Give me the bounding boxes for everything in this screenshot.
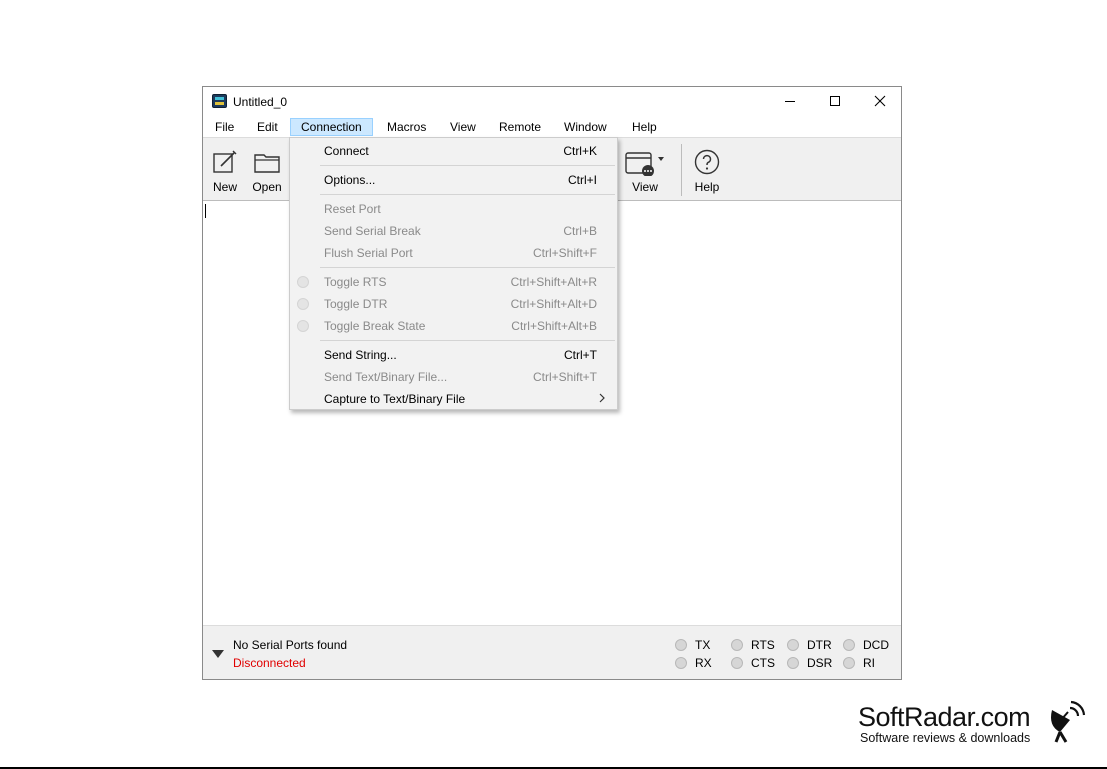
close-button[interactable]	[857, 87, 903, 115]
radio-icon	[297, 320, 309, 332]
connection-status: Disconnected	[233, 656, 306, 670]
menu-separator	[320, 340, 615, 341]
ri-label: RI	[863, 656, 875, 670]
send-string-shortcut: Ctrl+T	[564, 348, 597, 362]
menu-item-options[interactable]: Options... Ctrl+I	[290, 169, 617, 191]
tx-led	[675, 639, 687, 651]
text-caret	[205, 204, 206, 218]
menu-separator	[320, 267, 615, 268]
help-icon	[694, 149, 720, 175]
menu-separator	[320, 165, 615, 166]
menu-remote[interactable]: Remote	[492, 118, 548, 136]
new-label: New	[212, 180, 237, 194]
menu-connection[interactable]: Connection	[290, 118, 373, 136]
rts-label: RTS	[751, 638, 775, 652]
title-bar[interactable]: Untitled_0	[203, 87, 901, 115]
toggle-dtr-label: Toggle DTR	[324, 297, 388, 311]
menu-item-send-file[interactable]: Send Text/Binary File... Ctrl+Shift+T	[290, 366, 617, 388]
satellite-dish-icon	[1051, 700, 1086, 743]
app-icon	[212, 94, 227, 108]
menu-edit[interactable]: Edit	[250, 118, 285, 136]
connect-label: Connect	[324, 144, 369, 158]
view-button[interactable]: View	[623, 144, 667, 198]
toggle-rts-label: Toggle RTS	[324, 275, 387, 289]
tx-label: TX	[695, 638, 711, 652]
new-document-icon	[213, 150, 237, 173]
menu-item-toggle-dtr[interactable]: Toggle DTR Ctrl+Shift+Alt+D	[290, 293, 617, 315]
toggle-rts-shortcut: Ctrl+Shift+Alt+R	[510, 275, 597, 289]
window-title: Untitled_0	[233, 95, 288, 109]
toggle-break-shortcut: Ctrl+Shift+Alt+B	[511, 319, 597, 333]
menu-item-send-string[interactable]: Send String... Ctrl+T	[290, 344, 617, 366]
menu-item-connect[interactable]: Connect Ctrl+K	[290, 140, 617, 162]
flush-serial-port-label: Flush Serial Port	[324, 246, 413, 260]
rx-led	[675, 657, 687, 669]
connect-shortcut: Ctrl+K	[563, 144, 597, 158]
menu-macros[interactable]: Macros	[380, 118, 433, 136]
send-string-label: Send String...	[324, 348, 397, 362]
dtr-label: DTR	[807, 638, 832, 652]
maximize-button[interactable]	[812, 87, 858, 115]
send-serial-break-shortcut: Ctrl+B	[563, 224, 597, 238]
radio-icon	[297, 276, 309, 288]
dtr-led[interactable]	[787, 639, 799, 651]
watermark-title: SoftRadar.com	[858, 702, 1031, 732]
open-label: Open	[252, 180, 282, 194]
chevron-right-icon	[599, 393, 605, 403]
menu-file[interactable]: File	[208, 118, 241, 136]
minimize-icon	[785, 101, 795, 102]
cts-led	[731, 657, 743, 669]
view-label: View	[632, 180, 658, 194]
status-bar: No Serial Ports found Disconnected TX RX…	[203, 625, 901, 679]
menu-window[interactable]: Window	[557, 118, 614, 136]
expand-arrow-icon[interactable]	[212, 650, 224, 658]
menu-bar: File Edit Connection Macros View Remote …	[203, 115, 901, 137]
options-label: Options...	[324, 173, 376, 187]
toggle-dtr-shortcut: Ctrl+Shift+Alt+D	[510, 297, 597, 311]
send-file-label: Send Text/Binary File...	[324, 370, 448, 384]
dsr-label: DSR	[807, 656, 833, 670]
radio-icon	[297, 298, 309, 310]
minimize-button[interactable]	[767, 87, 813, 115]
open-button[interactable]: Open	[247, 144, 287, 198]
toolbar-separator	[681, 144, 682, 196]
dsr-led	[787, 657, 799, 669]
menu-item-capture[interactable]: Capture to Text/Binary File	[290, 388, 617, 410]
softradar-watermark: SoftRadar.com Software reviews & downloa…	[858, 700, 1098, 750]
reset-port-label: Reset Port	[324, 202, 381, 216]
help-label: Help	[694, 180, 720, 194]
close-icon	[874, 95, 886, 107]
menu-separator	[320, 194, 615, 195]
menu-item-toggle-rts[interactable]: Toggle RTS Ctrl+Shift+Alt+R	[290, 271, 617, 293]
watermark-subtitle: Software reviews & downloads	[860, 731, 1031, 745]
send-file-shortcut: Ctrl+Shift+T	[532, 370, 597, 384]
menu-item-send-serial-break[interactable]: Send Serial Break Ctrl+B	[290, 220, 617, 242]
cts-label: CTS	[751, 656, 775, 670]
menu-view[interactable]: View	[443, 118, 483, 136]
port-status: No Serial Ports found	[233, 638, 348, 652]
rts-led[interactable]	[731, 639, 743, 651]
menu-item-flush-serial-port[interactable]: Flush Serial Port Ctrl+Shift+F	[290, 242, 617, 264]
dcd-label: DCD	[863, 638, 889, 652]
toggle-break-label: Toggle Break State	[324, 319, 426, 333]
options-shortcut: Ctrl+I	[567, 173, 597, 187]
folder-icon	[254, 154, 280, 173]
menu-item-toggle-break-state[interactable]: Toggle Break State Ctrl+Shift+Alt+B	[290, 315, 617, 337]
dcd-led	[843, 639, 855, 651]
connection-dropdown: Connect Ctrl+K Options... Ctrl+I Reset P…	[289, 137, 618, 410]
new-button[interactable]: New	[205, 144, 245, 198]
ri-led	[843, 657, 855, 669]
view-window-icon	[625, 152, 664, 176]
help-button[interactable]: Help	[687, 144, 727, 198]
send-serial-break-label: Send Serial Break	[324, 224, 421, 238]
capture-label: Capture to Text/Binary File	[324, 392, 466, 406]
menu-item-reset-port[interactable]: Reset Port	[290, 198, 617, 220]
menu-help[interactable]: Help	[625, 118, 664, 136]
rx-label: RX	[695, 656, 712, 670]
maximize-icon	[830, 96, 840, 106]
flush-serial-port-shortcut: Ctrl+Shift+F	[532, 246, 597, 260]
